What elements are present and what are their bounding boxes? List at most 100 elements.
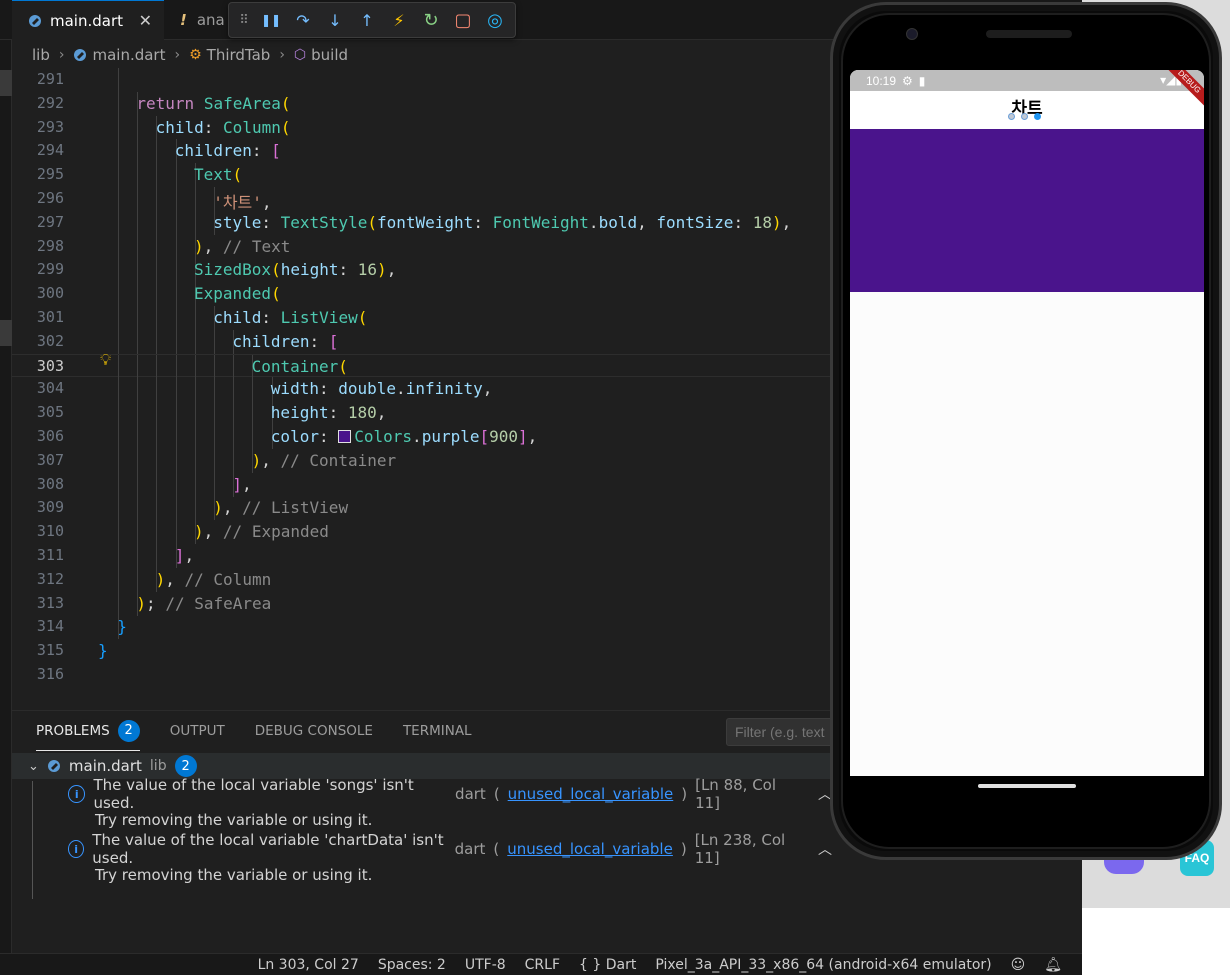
breadcrumb-separator: › [58,47,65,63]
code-text: ), // ListView [213,498,349,518]
tab-problems[interactable]: PROBLEMS 2 [36,711,140,751]
code-line[interactable]: 308], [12,472,830,497]
indent-guide [118,115,119,140]
tab-label: ana [196,11,225,29]
tab-main-dart[interactable]: main.dart ✕ [12,0,164,40]
code-line[interactable]: 294 children: [ [12,139,830,164]
breadcrumb-label: lib [32,46,50,64]
code-line[interactable]: 292 return SafeArea( [12,91,830,116]
code-editor[interactable]: 291 292 return SafeArea(293 child: Column(2… [12,68,830,708]
indent-guide [194,401,196,426]
breadcrumb-item-lib[interactable]: lib [32,46,50,64]
color-swatch[interactable] [338,430,352,443]
line-ending[interactable]: CRLF [525,957,560,973]
breadcrumb-item-class[interactable]: ⚙ ThirdTab [189,46,270,64]
code-line[interactable]: 313); // SafeArea [12,591,830,616]
code-line[interactable]: 311], [12,544,830,568]
code-line[interactable]: 307), // Container [12,448,830,473]
code-line[interactable]: 297 style: TextStyle(fontWeight: FontWeig… [12,210,830,235]
devtools-icon[interactable]: ◎ [483,8,507,32]
code-line[interactable]: 316 [12,663,830,687]
page-dot[interactable] [1008,113,1015,120]
page-dot-active[interactable] [1034,113,1041,120]
feedback-icon[interactable]: ☺ [1011,957,1026,973]
tab-debug-console[interactable]: DEBUG CONSOLE [255,711,373,751]
indent-guide [137,234,139,259]
indent-guide [175,401,177,426]
code-line[interactable]: 314} [12,615,830,640]
problem-item[interactable]: i The value of the local variable 'songs… [32,776,832,833]
cursor-position[interactable]: Ln 303, Col 27 [258,957,359,973]
language-label: Dart [605,956,637,973]
code-text: height: 180, [270,403,387,423]
problem-code-link[interactable]: unused_local_variable [508,785,674,803]
indent-guide [137,544,139,568]
code-line[interactable]: 293 child: Column( [12,115,830,140]
code-line[interactable]: 302 children: [ [12,329,830,354]
code-line[interactable]: 299 SizedBox(height: 16), [12,258,830,283]
code-line[interactable]: 306 color: Colors.purple[900], [12,425,830,449]
indent-guide [156,520,158,545]
code-line[interactable]: 301 child: ListView( [12,306,830,330]
pause-icon[interactable]: ❚❚ [259,8,283,32]
lightbulb-icon[interactable]: 💡︎ [100,350,111,370]
tab-output[interactable]: OUTPUT [170,711,225,751]
restart-icon[interactable]: ↻ [419,8,443,32]
indent-guide [156,377,158,402]
tab-terminal[interactable]: TERMINAL [403,711,472,751]
emulator-screen[interactable]: 10:19 ⚙ ▮ ▾◢▮ 차트 DEBUG [850,70,1204,776]
code-line[interactable]: 312), // Column [12,567,830,592]
problem-code-link[interactable]: unused_local_variable [507,840,673,858]
code-line[interactable]: 291 [12,68,830,92]
step-out-icon[interactable]: ↑ [355,8,379,32]
code-line[interactable]: 315} [12,639,830,663]
stop-icon[interactable]: ▢ [451,8,475,32]
code-line[interactable]: 300 Expanded( [12,282,830,307]
problem-source: dart [455,785,486,803]
code-line[interactable]: 303 Container( [12,353,830,379]
indent-guide [252,425,254,449]
breadcrumb-item-method[interactable]: ⬡ build [294,46,348,64]
step-into-icon[interactable]: ↓ [323,8,347,32]
indent-guide [118,329,119,354]
step-over-icon[interactable]: ↷ [291,8,315,32]
clock: 10:19 [866,73,897,88]
indent-guide [118,520,119,545]
drag-grip-icon[interactable]: ⠿ [237,8,251,32]
code-text: Expanded( [194,284,281,304]
code-line[interactable]: 296 '차트', [12,187,830,212]
line-number: 304 [36,379,64,398]
device-selector[interactable]: Pixel_3a_API_33_x86_64 (android-x64 emul… [655,957,991,973]
page-dot[interactable] [1021,113,1028,120]
code-line[interactable]: 310), // Expanded [12,520,830,545]
bell-icon[interactable]: 🔔︎ [1044,957,1062,973]
indent-guide [156,258,158,283]
line-number: 292 [36,93,64,112]
indent-guide [214,448,215,473]
problems-filter-input[interactable] [726,718,836,746]
breadcrumb-item-file[interactable]: main.dart [73,46,165,64]
code-line[interactable]: 305 height: 180, [12,401,830,426]
status-bar: Ln 303, Col 27 Spaces: 2 UTF-8 CRLF { } … [0,953,1082,975]
hot-reload-icon[interactable]: ⚡ [387,8,411,32]
indent-guide [175,377,177,402]
close-icon[interactable]: ✕ [139,11,152,30]
code-line[interactable]: 295 Text( [12,163,830,188]
indent-guide [118,282,119,307]
chevron-up-icon[interactable]: ︿ [818,839,832,859]
problem-source: dart [454,840,486,858]
code-line[interactable]: 298), // Text [12,234,830,259]
indent-guide [137,258,139,283]
encoding[interactable]: UTF-8 [465,957,506,973]
indentation[interactable]: Spaces: 2 [378,957,446,973]
code-text: style: TextStyle(fontWeight: FontWeight.… [213,212,792,232]
gesture-nav-handle[interactable] [978,784,1076,788]
breadcrumb-label: ThirdTab [206,46,271,64]
code-line[interactable]: 304 width: double.infinity, [12,377,830,402]
chevron-down-icon[interactable]: ⌄ [28,759,39,774]
code-line[interactable]: 309), // ListView [12,496,830,521]
problem-item[interactable]: i The value of the local variable 'chart… [32,831,832,888]
warning-icon: ! [180,11,187,29]
dart-icon [73,48,87,62]
language-mode[interactable]: { } Dart [579,957,636,973]
